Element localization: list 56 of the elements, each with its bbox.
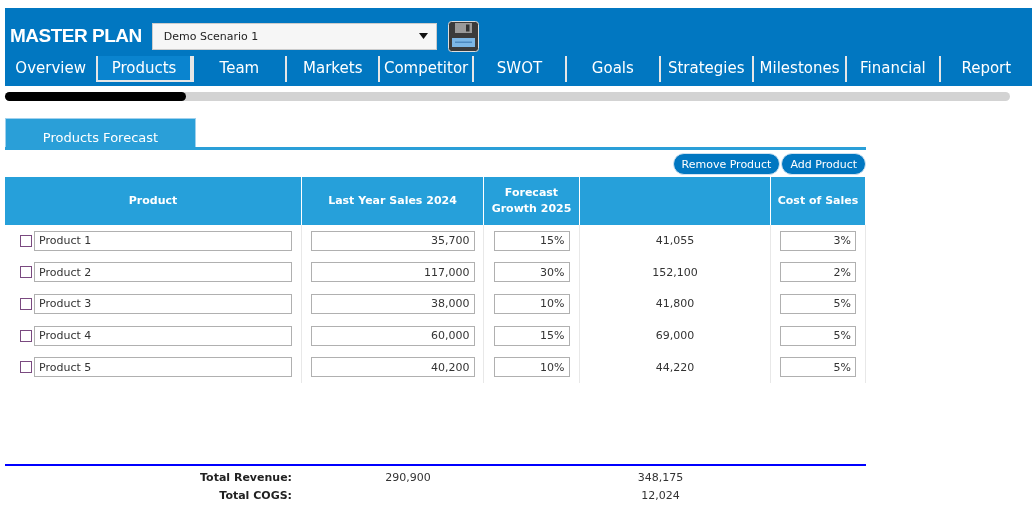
action-button[interactable]: Remove Product (672, 153, 781, 175)
total-label: Total Revenue: (200, 470, 292, 484)
total-value: 290,900 (385, 470, 431, 484)
nav-tab[interactable]: Overview (5, 56, 97, 82)
column-header: Forecast Growth 2025 (484, 177, 580, 225)
column-header: Last Year Sales 2024 (302, 177, 484, 225)
input-field[interactable]: 35,700 (310, 230, 475, 251)
column-header: Cost of Sales (771, 177, 866, 225)
scenario-dropdown[interactable]: Demo Scenario 1 (151, 22, 437, 50)
nav-tab[interactable]: Strategies (658, 56, 752, 82)
input-field[interactable]: Product 5 (34, 357, 292, 378)
nav-tab[interactable]: Financial (845, 56, 939, 82)
total-value: 12,024 (641, 488, 680, 502)
input-field[interactable]: 117,000 (310, 262, 475, 283)
nav-tab[interactable]: Products (96, 56, 192, 82)
input-field[interactable]: 15% (493, 325, 570, 346)
input-field[interactable]: 10% (493, 357, 570, 378)
save-icon[interactable] (447, 20, 479, 52)
input-field[interactable]: 10% (493, 294, 570, 314)
input-field[interactable]: 38,000 (310, 294, 475, 314)
action-button[interactable]: Add Product (781, 153, 866, 175)
input-field[interactable]: 30% (493, 262, 570, 283)
input-field[interactable]: 2% (780, 262, 856, 283)
nav-tab[interactable]: Report (938, 56, 1032, 82)
input-field[interactable]: 3% (780, 230, 856, 251)
table-cell: 41,055 (655, 234, 695, 248)
input-field[interactable]: 15% (493, 230, 570, 251)
checkbox[interactable] (20, 298, 32, 310)
input-field[interactable]: 5% (780, 357, 856, 378)
input-field[interactable]: 60,000 (310, 325, 475, 346)
input-field[interactable]: 5% (780, 325, 856, 346)
checkbox[interactable] (20, 266, 32, 279)
nav-tab[interactable]: Competitor (378, 56, 472, 82)
table-cell: 41,800 (655, 297, 695, 311)
checkbox[interactable] (20, 234, 32, 247)
table-cell: 152,100 (652, 265, 698, 279)
input-field[interactable]: 5% (780, 294, 856, 314)
nav-tab[interactable]: Team (191, 56, 286, 82)
nav-tab[interactable]: Milestones (751, 56, 846, 82)
input-field[interactable]: 40,200 (310, 357, 475, 378)
input-field[interactable]: Product 1 (34, 230, 292, 251)
checkbox[interactable] (20, 361, 32, 374)
nav-tab[interactable]: SWOT (471, 56, 566, 82)
table-cell: 44,220 (655, 360, 695, 374)
column-header: Product (5, 177, 302, 225)
app-title: MASTER PLAN (10, 25, 142, 47)
input-field[interactable]: Product 2 (34, 262, 292, 283)
caret-icon (418, 33, 428, 39)
checkbox[interactable] (20, 329, 32, 342)
total-label: Total COGS: (219, 488, 292, 502)
input-field[interactable]: Product 4 (34, 325, 292, 346)
total-value: 348,175 (637, 470, 684, 484)
nav-tab[interactable]: Goals (565, 56, 659, 82)
table-cell: 69,000 (655, 329, 695, 343)
input-field[interactable]: Product 3 (34, 294, 292, 314)
nav-tab[interactable]: Markets (285, 56, 379, 82)
